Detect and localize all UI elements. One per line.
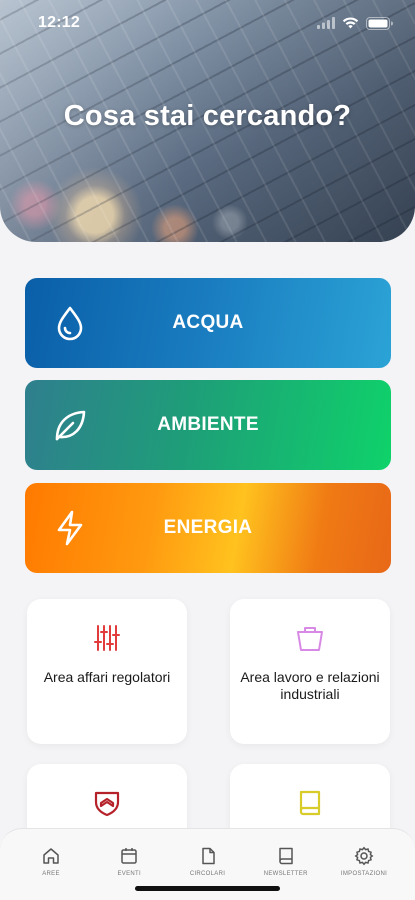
area-lavoro-relazioni-tile[interactable]: Area lavoro e relazioni industriali xyxy=(230,599,390,744)
tab-circolari-label: CIRCOLARI xyxy=(189,871,226,877)
book-icon xyxy=(299,790,321,816)
hero-header: 12:12 Cosa stai cercando? xyxy=(0,0,415,242)
tab-eventi-label: EVENTI xyxy=(117,871,141,877)
signal-icon xyxy=(317,17,335,29)
tab-impostazioni[interactable]: IMPOSTAZIONI xyxy=(325,829,403,877)
basket-icon xyxy=(297,627,323,651)
area-affari-regolatori-tile[interactable]: Area affari regolatori xyxy=(27,599,187,744)
water-drop-icon xyxy=(57,306,83,341)
status-time: 12:12 xyxy=(38,14,80,31)
document-icon xyxy=(201,847,215,865)
tab-eventi[interactable]: EVENTI xyxy=(90,829,168,877)
page-title: Cosa stai cercando? xyxy=(63,100,352,132)
tab-newsletter[interactable]: NEWSLETTER xyxy=(247,829,325,877)
home-icon xyxy=(43,848,59,864)
lightning-icon xyxy=(57,510,83,546)
area-affari-regolatori-label: Area affari regolatori xyxy=(43,669,171,685)
battery-icon xyxy=(366,16,393,30)
leaf-icon xyxy=(55,410,86,441)
shield-icon xyxy=(94,791,120,817)
tab-aree-label: AREE xyxy=(42,871,60,877)
category-acqua-button[interactable]: ACQUA xyxy=(25,278,391,368)
book-icon xyxy=(279,847,293,865)
gear-icon xyxy=(354,846,374,866)
wifi-icon xyxy=(342,17,359,29)
category-ambiente-button[interactable]: AMBIENTE xyxy=(25,380,391,470)
tab-circolari[interactable]: CIRCOLARI xyxy=(169,829,247,877)
home-indicator xyxy=(135,886,280,891)
tab-newsletter-label: NEWSLETTER xyxy=(263,871,308,877)
tab-aree[interactable]: AREE xyxy=(12,829,90,877)
tab-impostazioni-label: IMPOSTAZIONI xyxy=(340,871,388,877)
calendar-icon xyxy=(121,848,137,864)
area-lavoro-relazioni-label: Area lavoro e relazioni industriali xyxy=(240,669,380,702)
status-bar: 12:12 xyxy=(0,0,415,46)
category-energia-button[interactable]: ENERGIA xyxy=(25,483,391,573)
sliders-icon xyxy=(94,625,120,651)
